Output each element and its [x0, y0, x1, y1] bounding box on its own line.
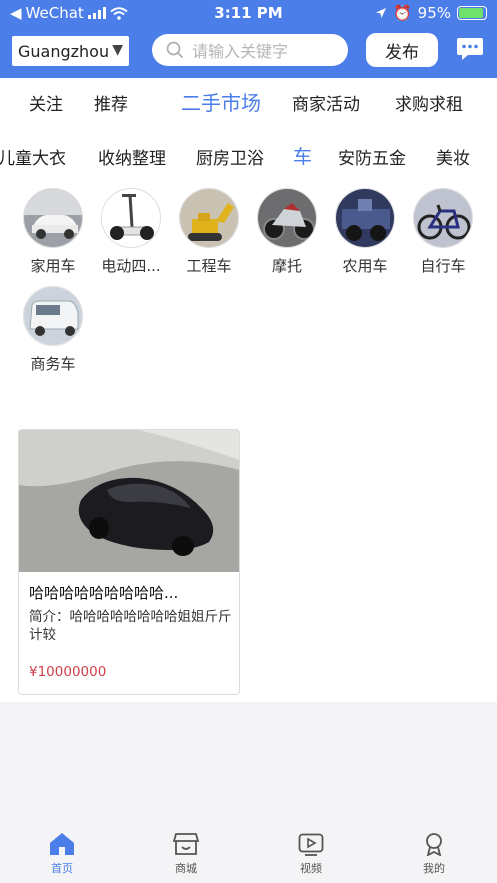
category-label: 摩托: [271, 257, 302, 275]
nav-label: 首页: [51, 862, 73, 875]
product-price: ¥10000000: [29, 664, 107, 680]
category-bicycle[interactable]: 自行车: [404, 188, 482, 276]
nav-label: 我的: [423, 862, 445, 875]
category-label: 家用车: [30, 257, 76, 275]
status-bar: ◀ WeChat 3:11 PM ⏰ 95%: [0, 0, 497, 26]
alarm-icon: ⏰: [392, 4, 412, 22]
category-label: 自行车: [420, 257, 466, 275]
category-label: 工程车: [186, 257, 232, 275]
search-input[interactable]: 请输入关键字: [192, 38, 288, 62]
category-label: 农用车: [342, 257, 388, 275]
header: ◀ WeChat 3:11 PM ⏰ 95% Guangzhou ▼ 请输入关键…: [0, 0, 497, 78]
nav-label: 视频: [300, 862, 322, 875]
category-image: [179, 188, 239, 248]
product-title: 哈哈哈哈哈哈哈哈哈...: [29, 584, 179, 602]
subtab-cosmetics[interactable]: 美妆: [436, 144, 470, 169]
nav-label: 商城: [175, 862, 197, 875]
battery-icon: [457, 6, 487, 20]
category-electric[interactable]: 电动四...: [92, 188, 170, 276]
product-card[interactable]: 哈哈哈哈哈哈哈哈哈... 简介：哈哈哈哈哈哈哈哈姐姐斤斤计较 ¥10000000: [18, 429, 240, 695]
category-image: [23, 286, 83, 346]
category-label: 电动四...: [101, 257, 161, 275]
main-content: 关注 推荐 二手市场 商家活动 求购求租 儿童大衣 收纳整理 厨房卫浴 车 安防…: [0, 78, 497, 702]
subtab-car[interactable]: 车: [293, 144, 312, 169]
tab-second-hand[interactable]: 二手市场: [181, 87, 261, 116]
video-icon: [298, 833, 324, 856]
category-image: [335, 188, 395, 248]
shop-icon: [173, 833, 199, 855]
sub-tabs: 儿童大衣 收纳整理 厨房卫浴 车 安防五金 美妆: [0, 144, 497, 170]
subtab-storage[interactable]: 收纳整理: [98, 144, 166, 169]
nav-home[interactable]: 首页: [32, 832, 92, 876]
battery-percent: 95%: [417, 4, 451, 22]
city-selector[interactable]: Guangzhou ▼: [12, 36, 129, 66]
category-engineering[interactable]: 工程车: [170, 188, 248, 276]
subtab-hardware[interactable]: 安防五金: [338, 144, 406, 169]
publish-button[interactable]: 发布: [366, 33, 438, 67]
category-family-car[interactable]: 家用车: [14, 188, 92, 276]
product-image: [19, 430, 239, 572]
nav-video[interactable]: 视频: [281, 832, 341, 876]
tab-follow[interactable]: 关注: [29, 90, 63, 115]
subtab-kids-coat[interactable]: 儿童大衣: [0, 144, 66, 169]
category-image: [257, 188, 317, 248]
search-icon: [166, 41, 184, 59]
category-image: [413, 188, 473, 248]
subtab-kitchen-bath[interactable]: 厨房卫浴: [196, 144, 264, 169]
category-image: [101, 188, 161, 248]
tab-wanted[interactable]: 求购求租: [395, 90, 463, 115]
message-icon[interactable]: [456, 36, 484, 62]
tab-merchant-activity[interactable]: 商家活动: [292, 90, 360, 115]
tab-recommend[interactable]: 推荐: [94, 90, 128, 115]
bottom-nav: 首页 商城 视频 我的: [0, 818, 497, 883]
city-label: Guangzhou: [18, 41, 110, 61]
category-motorcycle[interactable]: 摩托: [248, 188, 326, 276]
nav-shop[interactable]: 商城: [156, 832, 216, 876]
profile-icon: [426, 833, 442, 856]
product-description: 简介：哈哈哈哈哈哈哈哈姐姐斤斤计较: [29, 609, 232, 643]
dropdown-arrow-icon: ▼: [112, 42, 123, 58]
search-box[interactable]: 请输入关键字: [152, 34, 348, 66]
nav-profile[interactable]: 我的: [404, 832, 464, 876]
category-image: [23, 188, 83, 248]
category-business-car[interactable]: 商务车: [14, 286, 92, 374]
category-farm[interactable]: 农用车: [326, 188, 404, 276]
category-label: 商务车: [30, 355, 76, 373]
location-icon: [375, 8, 386, 18]
home-icon: [50, 833, 74, 855]
top-tabs: 关注 推荐 二手市场 商家活动 求购求租: [0, 90, 497, 120]
